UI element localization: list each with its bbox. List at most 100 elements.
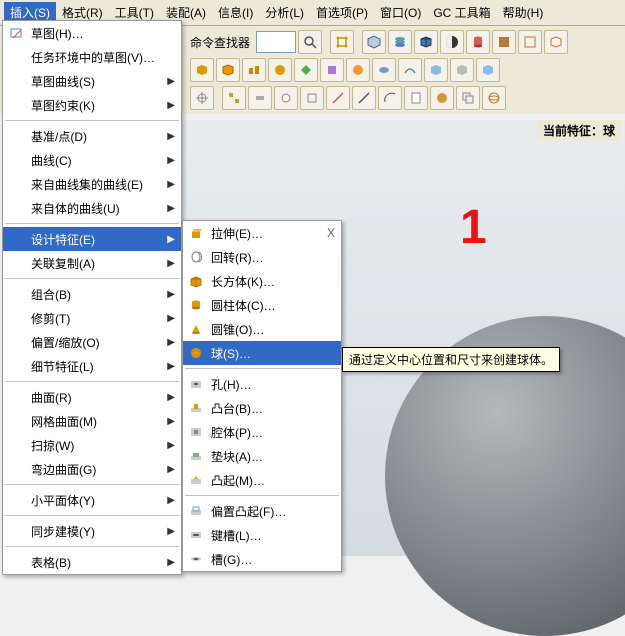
tool-row3-e[interactable] xyxy=(300,86,324,110)
tool-row3-a[interactable] xyxy=(190,86,214,110)
menu-item-label: 扫掠(W) xyxy=(31,437,161,454)
tool-row2-a[interactable] xyxy=(190,58,214,82)
insert-menu-item[interactable]: 草图(H)… xyxy=(3,21,181,45)
menu-item-label: 任务环境中的草图(V)… xyxy=(31,49,175,66)
menu-item-label: 网格曲面(M) xyxy=(31,413,161,430)
tool-wiresphere-icon[interactable] xyxy=(482,86,506,110)
hole-icon xyxy=(187,375,205,393)
insert-menu-item[interactable]: 偏置/缩放(O)▶ xyxy=(3,330,181,354)
insert-menu-item[interactable]: 扫掠(W)▶ xyxy=(3,433,181,457)
emboss-icon xyxy=(187,471,205,489)
insert-menu-item[interactable]: 草图曲线(S)▶ xyxy=(3,69,181,93)
tool-solid-icon[interactable] xyxy=(492,30,516,54)
insert-menu-item[interactable]: 修剪(T) ▶ xyxy=(3,306,181,330)
insert-menu-item[interactable]: 小平面体(Y)▶ xyxy=(3,488,181,512)
tool-row2-g[interactable] xyxy=(346,58,370,82)
insert-menu-item[interactable]: 曲线(C)▶ xyxy=(3,148,181,172)
tool-sphere-icon[interactable] xyxy=(430,86,454,110)
insert-menu-item[interactable]: 细节特征(L) ▶ xyxy=(3,354,181,378)
tool-cylinder-icon[interactable] xyxy=(466,30,490,54)
tool-row3-d[interactable] xyxy=(274,86,298,110)
menubar-item[interactable]: 首选项(P) xyxy=(310,2,374,23)
chevron-right-icon: ▶ xyxy=(167,258,175,269)
feature-submenu-item[interactable]: 偏置凸起(F)… xyxy=(183,499,341,523)
menu-separator xyxy=(5,223,179,224)
tool-shade-icon[interactable] xyxy=(440,30,464,54)
command-finder-input[interactable] xyxy=(256,31,296,53)
tool-row2-f[interactable] xyxy=(320,58,344,82)
menubar-item[interactable]: 窗口(O) xyxy=(374,2,427,23)
menu-item-label: 圆锥(O)… xyxy=(211,321,335,338)
insert-menu-item[interactable]: 来自曲线集的曲线(E)▶ xyxy=(3,172,181,196)
tool-cube-icon[interactable] xyxy=(414,30,438,54)
tool-selection-icon[interactable] xyxy=(330,30,354,54)
tool-copy-icon[interactable] xyxy=(456,86,480,110)
menubar-item[interactable]: 分析(L) xyxy=(259,2,310,23)
menu-item-label: 基准/点(D) xyxy=(31,128,161,145)
menu-item-label: 拉伸(E)… xyxy=(211,225,315,242)
chevron-right-icon: ▶ xyxy=(167,526,175,537)
tool-row2-l[interactable] xyxy=(476,58,500,82)
tool-row2-i[interactable] xyxy=(398,58,422,82)
tool-layers-icon[interactable] xyxy=(388,30,412,54)
feature-submenu-item[interactable]: 圆锥(O)… xyxy=(183,317,341,341)
feature-submenu-item[interactable]: 槽(G)… xyxy=(183,547,341,571)
menubar-item[interactable]: GC 工具箱 xyxy=(427,2,496,23)
feature-submenu-item[interactable]: 腔体(P)… xyxy=(183,420,341,444)
menu-item-label: 细节特征(L) xyxy=(31,358,161,375)
blank-icon xyxy=(7,175,25,193)
feature-submenu-item[interactable]: 圆柱体(C)… xyxy=(183,293,341,317)
tool-line-icon[interactable] xyxy=(326,86,350,110)
chevron-right-icon: ▶ xyxy=(167,557,175,568)
insert-menu-item[interactable]: 曲面(R)▶ xyxy=(3,385,181,409)
feature-submenu-item[interactable]: 凸台(B)… xyxy=(183,396,341,420)
menubar-item[interactable]: 帮助(H) xyxy=(497,2,550,23)
tool-row2-h[interactable] xyxy=(372,58,396,82)
feature-submenu-item[interactable]: 垫块(A)… xyxy=(183,444,341,468)
tool-row3-b[interactable] xyxy=(222,86,246,110)
revolve-icon xyxy=(187,248,205,266)
menu-item-label: 组合(B) xyxy=(31,286,161,303)
tool-row2-e[interactable] xyxy=(294,58,318,82)
feature-submenu-item[interactable]: 孔(H)… xyxy=(183,372,341,396)
insert-menu-item[interactable]: 草图约束(K)▶ xyxy=(3,93,181,117)
blank-icon xyxy=(7,522,25,540)
feature-submenu-item[interactable]: 回转(R)… xyxy=(183,245,341,269)
insert-menu-item[interactable]: 关联复制(A)▶ xyxy=(3,251,181,275)
insert-menu-item[interactable]: 任务环境中的草图(V)… xyxy=(3,45,181,69)
menu-item-label: 修剪(T) xyxy=(31,310,161,327)
insert-menu-item[interactable]: 组合(B)▶ xyxy=(3,282,181,306)
tool-row2-j[interactable] xyxy=(424,58,448,82)
tool-cube2-icon[interactable] xyxy=(544,30,568,54)
tool-box-icon[interactable] xyxy=(362,30,386,54)
feature-submenu-item[interactable]: 长方体(K)… xyxy=(183,269,341,293)
insert-menu-item[interactable]: 同步建模(Y)▶ xyxy=(3,519,181,543)
feature-submenu-item[interactable]: 球(S)… xyxy=(183,341,341,365)
menu-separator xyxy=(5,515,179,516)
tool-row2-d[interactable] xyxy=(268,58,292,82)
feature-submenu-item[interactable]: 凸起(M)… xyxy=(183,468,341,492)
insert-menu-item[interactable]: 来自体的曲线(U)▶ xyxy=(3,196,181,220)
feature-submenu-item[interactable]: 键槽(L)… xyxy=(183,523,341,547)
tool-wire-icon[interactable] xyxy=(518,30,542,54)
insert-menu-item[interactable]: 弯边曲面(G)▶ xyxy=(3,457,181,481)
insert-menu-item[interactable]: 基准/点(D)▶ xyxy=(3,124,181,148)
menubar-item[interactable]: 信息(I) xyxy=(212,2,259,23)
tool-row3-c[interactable] xyxy=(248,86,272,110)
tool-arc-icon[interactable] xyxy=(378,86,402,110)
insert-menu-item[interactable]: 网格曲面(M)▶ xyxy=(3,409,181,433)
insert-menu-item[interactable]: 表格(B)▶ xyxy=(3,550,181,574)
insert-menu-item[interactable]: 设计特征(E)▶ xyxy=(3,227,181,251)
tool-row2-c[interactable] xyxy=(242,58,266,82)
tool-doc-icon[interactable] xyxy=(404,86,428,110)
tool-row2-b[interactable] xyxy=(216,58,240,82)
chevron-right-icon: ▶ xyxy=(167,203,175,214)
chevron-right-icon: ▶ xyxy=(167,361,175,372)
tool-line2-icon[interactable] xyxy=(352,86,376,110)
tool-row2-k[interactable] xyxy=(450,58,474,82)
menu-item-label: 小平面体(Y) xyxy=(31,492,161,509)
chevron-right-icon: ▶ xyxy=(167,313,175,324)
feature-submenu-item[interactable]: 拉伸(E)…X xyxy=(183,221,341,245)
boss-icon xyxy=(187,399,205,417)
search-icon[interactable] xyxy=(298,30,322,54)
